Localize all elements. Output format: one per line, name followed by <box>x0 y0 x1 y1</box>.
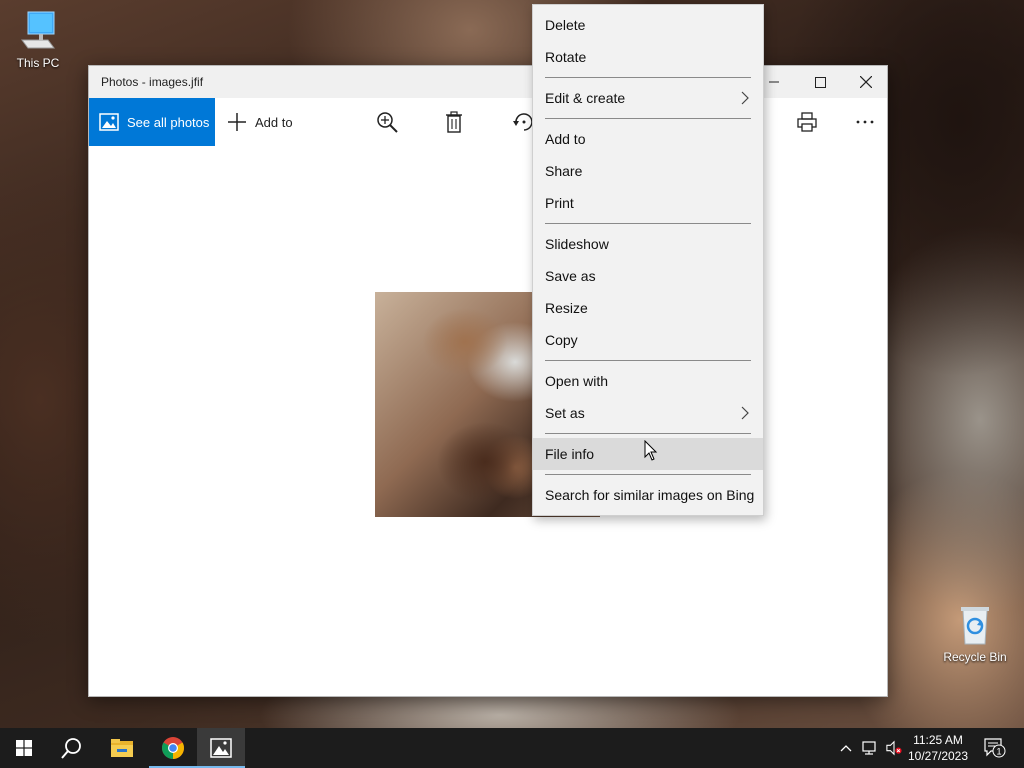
photos-taskbar-button[interactable] <box>197 728 245 768</box>
menu-item-copy[interactable]: Copy <box>533 324 763 356</box>
chrome-button[interactable] <box>149 728 197 768</box>
desktop-icon-recycle-bin[interactable]: Recycle Bin <box>939 604 1011 664</box>
maximize-icon <box>814 76 826 88</box>
windows-logo-icon <box>16 740 32 756</box>
window-title: Photos - images.jfif <box>101 75 204 89</box>
menu-item-open-with[interactable]: Open with <box>533 365 763 397</box>
photo-viewer-canvas[interactable] <box>89 146 887 763</box>
clock-time: 11:25 AM <box>913 733 963 747</box>
menu-item-label: Add to <box>545 131 586 147</box>
more-options-button[interactable] <box>853 110 877 134</box>
desktop-icon-this-pc[interactable]: This PC <box>2 10 74 70</box>
photos-icon <box>99 113 119 131</box>
taskbar: 11:25 AM 10/27/2023 1 <box>0 728 1024 768</box>
menu-separator <box>545 433 751 434</box>
menu-item-label: Share <box>545 163 583 179</box>
menu-item-resize[interactable]: Resize <box>533 292 763 324</box>
menu-separator <box>545 223 751 224</box>
show-hidden-icons-button[interactable] <box>838 740 854 756</box>
menu-item-share[interactable]: Share <box>533 155 763 187</box>
see-all-photos-button[interactable]: See all photos <box>89 98 215 146</box>
chevron-right-icon <box>741 406 749 420</box>
see-all-photos-label: See all photos <box>127 114 210 130</box>
close-icon <box>860 76 872 88</box>
file-explorer-button[interactable] <box>98 728 146 768</box>
trash-icon <box>446 111 462 133</box>
maximize-button[interactable] <box>797 66 843 98</box>
add-to-button[interactable]: Add to <box>227 112 293 132</box>
menu-item-label: Save as <box>545 268 596 284</box>
action-center-button[interactable]: 1 <box>984 738 1006 758</box>
menu-item-label: Open with <box>545 373 609 389</box>
menu-item-label: Print <box>545 195 574 211</box>
photos-toolbar: See all photos Add to <box>89 98 887 146</box>
minimize-icon <box>769 81 779 83</box>
taskbar-clock[interactable]: 11:25 AM 10/27/2023 <box>900 732 976 764</box>
photos-icon <box>210 738 232 758</box>
menu-item-label: Resize <box>545 300 588 316</box>
zoom-in-icon <box>377 112 398 133</box>
menu-item-label: Slideshow <box>545 236 609 252</box>
menu-separator <box>545 77 751 78</box>
search-icon <box>61 738 81 759</box>
network-icon <box>862 741 876 755</box>
menu-item-label: File info <box>545 446 595 462</box>
start-button[interactable] <box>0 728 48 768</box>
menu-separator <box>545 118 751 119</box>
chevron-up-icon <box>840 745 852 752</box>
print-button[interactable] <box>795 110 819 134</box>
window-titlebar[interactable]: Photos - images.jfif <box>89 66 887 98</box>
desktop-icon-label: This PC <box>16 56 60 70</box>
clock-date: 10/27/2023 <box>907 749 969 763</box>
notification-icon: 1 <box>984 738 1006 758</box>
chrome-icon <box>162 737 184 759</box>
menu-item-label: Copy <box>545 332 578 348</box>
zoom-button[interactable] <box>375 110 399 134</box>
desktop-icon-label: Recycle Bin <box>943 650 1007 664</box>
close-button[interactable] <box>843 66 889 98</box>
printer-icon <box>797 112 817 132</box>
chevron-right-icon <box>741 91 749 105</box>
recycle-bin-icon <box>961 607 989 645</box>
menu-item-add-to[interactable]: Add to <box>533 123 763 155</box>
computer-icon <box>21 11 55 49</box>
menu-item-label: Set as <box>545 405 585 421</box>
plus-icon <box>228 113 246 131</box>
add-to-label: Add to <box>255 114 293 130</box>
menu-item-rotate[interactable]: Rotate <box>533 41 763 73</box>
menu-item-slideshow[interactable]: Slideshow <box>533 228 763 260</box>
menu-item-search-bing[interactable]: Search for similar images on Bing <box>533 479 763 511</box>
menu-separator <box>545 360 751 361</box>
search-button[interactable] <box>48 728 96 768</box>
network-tray-button[interactable] <box>862 740 878 756</box>
rotate-icon <box>513 113 533 131</box>
menu-separator <box>545 474 751 475</box>
menu-item-delete[interactable]: Delete <box>533 9 763 41</box>
menu-item-label: Delete <box>545 17 586 33</box>
menu-item-label: Edit & create <box>545 90 626 106</box>
mouse-cursor-icon <box>644 440 658 461</box>
delete-button[interactable] <box>442 110 466 134</box>
menu-item-set-as[interactable]: Set as <box>533 397 763 429</box>
photos-window: Photos - images.jfif See all photos Add … <box>88 65 888 763</box>
folder-icon <box>111 739 133 757</box>
menu-item-label: Search for similar images on Bing <box>545 487 755 503</box>
more-icon <box>856 120 874 124</box>
menu-item-edit-create[interactable]: Edit & create <box>533 82 763 114</box>
menu-item-label: Rotate <box>545 49 587 65</box>
menu-item-print[interactable]: Print <box>533 187 763 219</box>
notification-count: 1 <box>996 747 1001 757</box>
menu-item-save-as[interactable]: Save as <box>533 260 763 292</box>
